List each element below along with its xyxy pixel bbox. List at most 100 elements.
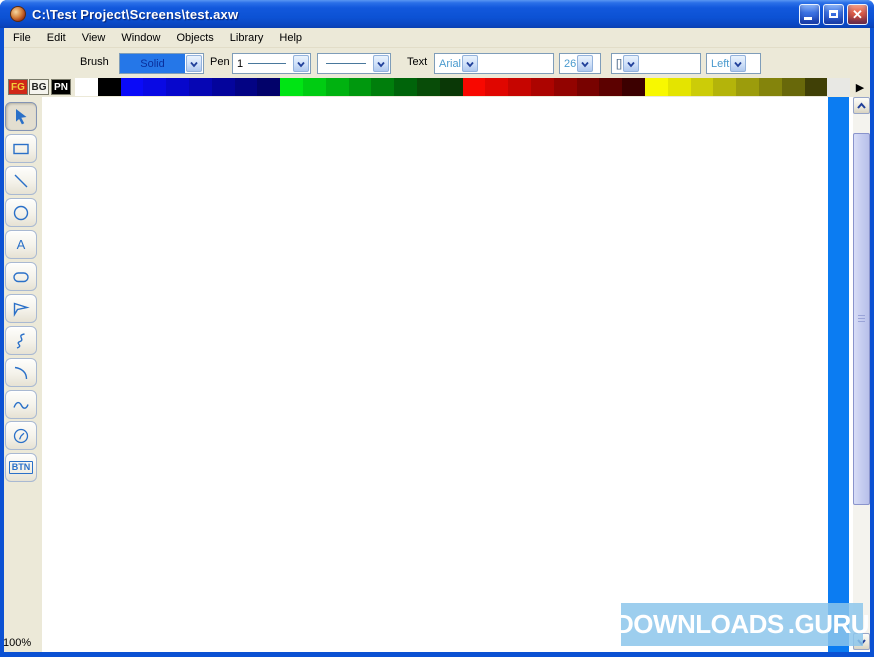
- scroll-up-button[interactable]: [853, 97, 870, 114]
- palette-color-swatch[interactable]: [348, 78, 372, 96]
- btn-label-icon: BTN: [8, 461, 34, 474]
- window-border: [0, 28, 4, 657]
- palette-color-swatch[interactable]: [211, 78, 235, 96]
- palette-color-swatch[interactable]: [622, 78, 645, 96]
- palette-color-swatch[interactable]: [416, 78, 440, 96]
- clock-tool[interactable]: [5, 421, 37, 450]
- palette-color-swatch[interactable]: [166, 78, 189, 96]
- palette-color-swatch[interactable]: [667, 78, 691, 96]
- palette-color-swatch[interactable]: [713, 78, 737, 96]
- maximize-icon: [829, 10, 838, 18]
- app-icon: [10, 6, 26, 22]
- brush-label: Brush: [80, 56, 109, 68]
- polyline-tool[interactable]: [5, 326, 37, 355]
- zoom-level-status: 100%: [3, 637, 32, 649]
- arc-tool[interactable]: [5, 358, 37, 387]
- format-toolbar: Brush Solid Pen 1 Text Arial 26 [] Left: [4, 48, 870, 77]
- rounded-rectangle-tool[interactable]: [5, 262, 37, 291]
- canvas-edge-strip: [828, 97, 849, 652]
- palette-color-swatch[interactable]: [758, 78, 782, 96]
- title-bar: C:\Test Project\Screens\test.axw ✕: [0, 0, 874, 28]
- menu-objects[interactable]: Objects: [170, 30, 219, 46]
- pen-style-preview: [326, 63, 366, 64]
- minimize-icon: [804, 16, 812, 20]
- font-size-value: 26: [564, 57, 577, 70]
- palette-color-swatch[interactable]: [827, 78, 851, 96]
- palette-color-swatch[interactable]: [530, 78, 554, 96]
- brush-style-select[interactable]: Solid: [119, 53, 204, 74]
- palette-color-swatch[interactable]: [97, 78, 121, 96]
- palette-color-swatch[interactable]: [325, 78, 349, 96]
- menu-window[interactable]: Window: [115, 30, 166, 46]
- pen-width-preview: [248, 63, 286, 64]
- polygon-tool[interactable]: [5, 294, 37, 323]
- palette-color-swatch[interactable]: [599, 78, 623, 96]
- palette-color-swatch[interactable]: [120, 78, 144, 96]
- rounded-rectangle-icon: [13, 271, 29, 282]
- palette-color-swatch[interactable]: [576, 78, 600, 96]
- selection-tool[interactable]: [5, 102, 37, 131]
- rectangle-tool[interactable]: [5, 134, 37, 163]
- font-size-select[interactable]: 26: [559, 53, 601, 74]
- pen-label: Pen: [210, 56, 230, 68]
- window-border: [870, 28, 874, 657]
- menu-edit[interactable]: Edit: [41, 30, 72, 46]
- color-palette: [75, 78, 851, 96]
- polygon-icon: [13, 302, 30, 317]
- menu-help[interactable]: Help: [273, 30, 308, 46]
- scrollbar-thumb[interactable]: [853, 133, 870, 505]
- line-tool[interactable]: [5, 166, 37, 195]
- letter-a-icon: A: [16, 237, 26, 252]
- palette-color-swatch[interactable]: [736, 78, 759, 96]
- arc-icon: [14, 366, 28, 379]
- palette-color-swatch[interactable]: [257, 78, 281, 96]
- palette-color-swatch[interactable]: [485, 78, 509, 96]
- text-align-value: Left: [711, 57, 730, 70]
- menu-file[interactable]: File: [7, 30, 37, 46]
- text-symbol-select[interactable]: []: [611, 53, 701, 74]
- text-align-select[interactable]: Left: [706, 53, 761, 74]
- palette-color-swatch[interactable]: [143, 78, 167, 96]
- palette-color-swatch[interactable]: [302, 78, 326, 96]
- clock-icon: [13, 428, 29, 443]
- chevron-down-icon: [462, 55, 479, 72]
- pen-width-select[interactable]: 1: [232, 53, 311, 74]
- curve-icon: [13, 401, 29, 409]
- chevron-down-icon: [373, 55, 389, 72]
- text-symbol-value: []: [616, 57, 623, 70]
- curve-tool[interactable]: [5, 390, 37, 419]
- chevron-down-icon: [293, 55, 309, 72]
- pen-color-swatch[interactable]: PN: [51, 79, 71, 95]
- palette-color-swatch[interactable]: [234, 78, 258, 96]
- close-button[interactable]: ✕: [847, 3, 868, 25]
- background-color-swatch[interactable]: BG: [29, 79, 49, 95]
- palette-more-arrow-icon[interactable]: ▶: [853, 80, 867, 94]
- menu-view[interactable]: View: [76, 30, 112, 46]
- palette-color-swatch[interactable]: [781, 78, 805, 96]
- palette-color-swatch[interactable]: [394, 78, 417, 96]
- palette-color-swatch[interactable]: [439, 78, 463, 96]
- palette-color-swatch[interactable]: [462, 78, 486, 96]
- font-family-select[interactable]: Arial: [434, 53, 554, 74]
- text-label: Text: [407, 56, 428, 68]
- text-tool[interactable]: A: [5, 230, 37, 259]
- menu-library[interactable]: Library: [224, 30, 270, 46]
- palette-color-swatch[interactable]: [371, 78, 395, 96]
- foreground-color-swatch[interactable]: FG: [8, 79, 28, 95]
- palette-color-swatch[interactable]: [508, 78, 531, 96]
- palette-color-swatch[interactable]: [553, 78, 577, 96]
- palette-color-swatch[interactable]: [804, 78, 828, 96]
- palette-color-swatch[interactable]: [75, 78, 98, 96]
- minimize-button[interactable]: [799, 3, 820, 25]
- window-title: C:\Test Project\Screens\test.axw: [32, 6, 239, 22]
- palette-color-swatch[interactable]: [690, 78, 714, 96]
- pen-style-select[interactable]: [317, 53, 391, 74]
- palette-color-swatch[interactable]: [188, 78, 212, 96]
- window-border: [0, 652, 874, 657]
- canvas[interactable]: [42, 97, 828, 652]
- palette-color-swatch[interactable]: [644, 78, 668, 96]
- ellipse-tool[interactable]: [5, 198, 37, 227]
- palette-color-swatch[interactable]: [280, 78, 303, 96]
- button-tool[interactable]: BTN: [5, 453, 37, 482]
- maximize-button[interactable]: [823, 3, 844, 25]
